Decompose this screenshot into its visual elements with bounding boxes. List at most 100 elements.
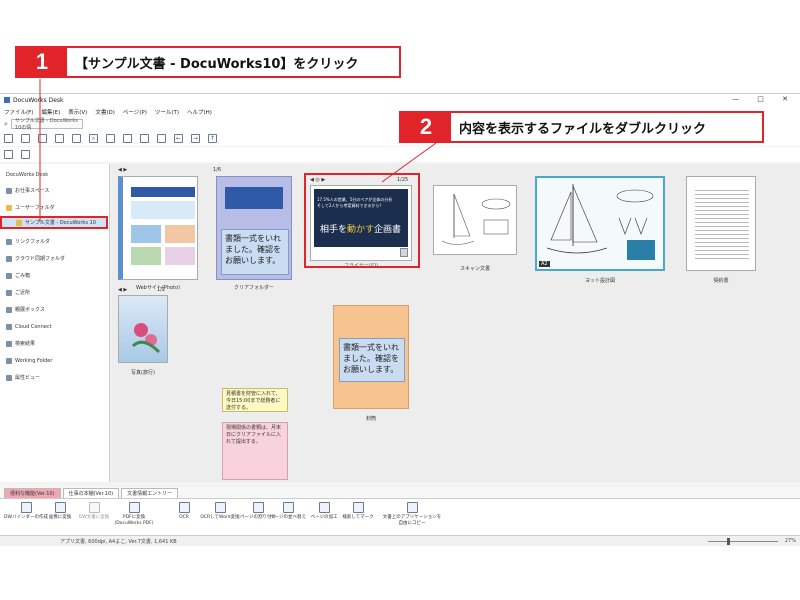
tool-label: 画像に変換	[48, 515, 72, 520]
step-text-2: 内容を表示するファイルをダブルクリック	[459, 121, 707, 137]
thumbnail-icon[interactable]	[72, 134, 81, 143]
pager-nav[interactable]: ◀ ▶	[118, 167, 127, 173]
print-icon[interactable]	[21, 134, 30, 143]
attribute-icon	[6, 374, 12, 381]
zoom-slider-knob[interactable]	[726, 538, 730, 545]
step-number-2: 2	[401, 113, 451, 141]
sidebar-item-label: 属性ビュー	[15, 375, 41, 381]
sidebar-item-label: Working Folder	[15, 357, 53, 364]
sticky-note-estimate[interactable]: 見積書を財管に入れて、今日15:00まで総務者に送付する。	[222, 388, 288, 412]
sticky-note-site[interactable]: 現場関係の書類は、月末日にクリアファイルに入れて提出する。	[222, 422, 288, 480]
tool-search-mark[interactable]: 検索してマーク	[334, 502, 382, 521]
window-controls[interactable]: — □ ✕	[732, 95, 796, 103]
save-icon[interactable]	[4, 134, 13, 143]
sidebar-item-attribute-view[interactable]: 属性ビュー	[0, 371, 108, 384]
menu-help[interactable]: ヘルプ(H)	[187, 108, 212, 116]
sidebar-item-sample-docs[interactable]: サンプル文書 - DocuWorks 10	[0, 216, 108, 229]
flyer-cover: 17.5%人の営業、5分のペアが全体の分析 そして2人から考案資料できるから？ …	[314, 189, 408, 247]
ocr-icon	[178, 502, 190, 513]
up-arrow-icon[interactable]: ↑	[208, 134, 217, 143]
tool-tabs: 便利な機能(Ver.10) 仕事の本棚(Ver.10) 文書情報エントリー	[0, 487, 800, 499]
stack-icon[interactable]	[123, 134, 132, 143]
pen-icon	[318, 502, 330, 513]
sidebar-item-label: お仕事スペース	[15, 188, 50, 194]
pager-nav[interactable]: ◀ ◎ ▶	[310, 177, 325, 183]
tab-useful-features[interactable]: 便利な機能(Ver.10)	[4, 488, 61, 498]
sidebar-item-label: ユーザーフォルダ	[15, 205, 55, 211]
sidebar-item-link-folder[interactable]: リンクフォルダ	[0, 235, 108, 248]
envelope-note: 書類一式をいれました。確認をお願いします。	[339, 338, 405, 382]
tag-icon[interactable]	[21, 150, 30, 159]
doc-thumbnail-contract[interactable]	[686, 176, 756, 271]
folder-icon	[6, 204, 12, 211]
copy-app-icon	[406, 502, 418, 513]
doc-thumbnail-photo[interactable]	[118, 295, 168, 363]
doc-thumbnail-envelope[interactable]: 書類一式をいれました。確認をお願いします。	[333, 305, 409, 409]
title-bar: DocuWorks Desk — □ ✕	[0, 94, 800, 106]
forward-arrow-icon[interactable]: →	[191, 134, 200, 143]
cloud-icon	[6, 323, 12, 330]
sidebar-item-neighborhood[interactable]: ご近所	[0, 286, 108, 299]
search-icon[interactable]: ⌕	[4, 120, 8, 129]
zoom-level: 27%	[784, 538, 796, 544]
search-icon	[6, 340, 12, 347]
organize-icon[interactable]	[4, 150, 13, 159]
document-icon[interactable]	[106, 134, 115, 143]
menu-view[interactable]: 表示(V)	[68, 108, 87, 116]
menu-page[interactable]: ページ(P)	[123, 108, 147, 116]
copy-icon[interactable]	[38, 134, 47, 143]
trash-icon	[6, 272, 12, 279]
tool-label: 文書上のアプリケーションを自由にコピー	[382, 515, 442, 526]
image-icon	[54, 502, 66, 513]
sidebar-item-trash[interactable]: ごみ箱	[0, 269, 108, 282]
tool-copy-app[interactable]: 文書上のアプリケーションを自由にコピー	[382, 502, 442, 526]
sidebar-item-user-folder[interactable]: ユーザーフォルダ	[0, 201, 108, 214]
breadcrumb[interactable]: サンプル文書 - DocuWorks 10の情	[10, 118, 83, 131]
menu-document[interactable]: 文書(D)	[95, 108, 115, 116]
thumb-photo	[131, 225, 161, 243]
menu-tools[interactable]: ツール(T)	[155, 108, 179, 116]
thumb-header	[131, 187, 195, 197]
person-icon[interactable]	[140, 134, 149, 143]
pager-nav[interactable]: ◀ ▶	[118, 287, 127, 293]
word-icon	[214, 502, 226, 513]
sidebar-item-working-folder[interactable]: Working Folder	[0, 354, 108, 367]
doc-thumbnail-clear-folder[interactable]: 書類一式をいれました。確認をお願いします。	[216, 176, 292, 280]
thumb-banner	[131, 201, 195, 219]
magnifier-icon[interactable]: ⌕	[89, 134, 98, 143]
tab-document-info-entry[interactable]: 文書情報エントリー	[121, 488, 179, 498]
menu-edit[interactable]: 編集(E)	[41, 108, 60, 116]
contract-lines	[695, 187, 749, 261]
window-title: DocuWorks Desk	[13, 96, 64, 104]
zoom-slider[interactable]	[708, 538, 778, 545]
doc-thumbnail-flyer[interactable]: 17.5%人の営業、5分のペアが全体の分析 そして2人から考案資料できるから？ …	[310, 185, 412, 261]
menu-file[interactable]: ファイル(F)	[4, 108, 33, 116]
sidebar-item-workspace[interactable]: お仕事スペース	[0, 184, 108, 197]
share-icon[interactable]	[157, 134, 166, 143]
doc-label-scan: スキャン文書	[459, 266, 490, 272]
folder-note: 書類一式をいれました。確認をお願いします。	[221, 229, 289, 275]
sidebar-item-confidential-box[interactable]: 親展ボックス	[0, 303, 108, 316]
back-arrow-icon[interactable]: ←	[174, 134, 183, 143]
doc-thumbnail-scan[interactable]	[433, 185, 517, 255]
pager: 1/6	[213, 167, 222, 173]
sidebar-item-desk[interactable]: DocuWorks Desk	[0, 168, 108, 181]
sidebar-item-label: ごみ箱	[15, 273, 31, 279]
doc-label-photo: 写真(旅行)	[131, 370, 155, 376]
thumb-header	[225, 187, 283, 209]
tab-work-bookshelf[interactable]: 仕事の本棚(Ver.10)	[62, 488, 120, 498]
sidebar-item-label: 親展ボックス	[15, 307, 45, 313]
doc-thumbnail-yacht[interactable]: A2	[535, 176, 665, 271]
doc-thumbnail-website[interactable]	[118, 176, 198, 280]
sidebar-item-cloud-sync[interactable]: クラウド同期フォルダ	[0, 252, 108, 265]
flyer-headline-part: 企画書	[374, 225, 402, 235]
view-icon[interactable]	[55, 134, 64, 143]
tool-convert-pdf[interactable]: PDFに変換(DocuWorks PDF)	[110, 502, 158, 526]
doc-label-yacht: ヨット設計図	[584, 278, 615, 284]
thumb-photo	[131, 247, 161, 265]
sidebar-item-cloud-connect[interactable]: Cloud Connect	[0, 320, 108, 333]
reorder-icon	[282, 502, 294, 513]
marker-icon	[352, 502, 364, 513]
sidebar-item-search-results[interactable]: 検索結果	[0, 337, 108, 350]
sidebar-item-label: リンクフォルダ	[15, 239, 51, 245]
